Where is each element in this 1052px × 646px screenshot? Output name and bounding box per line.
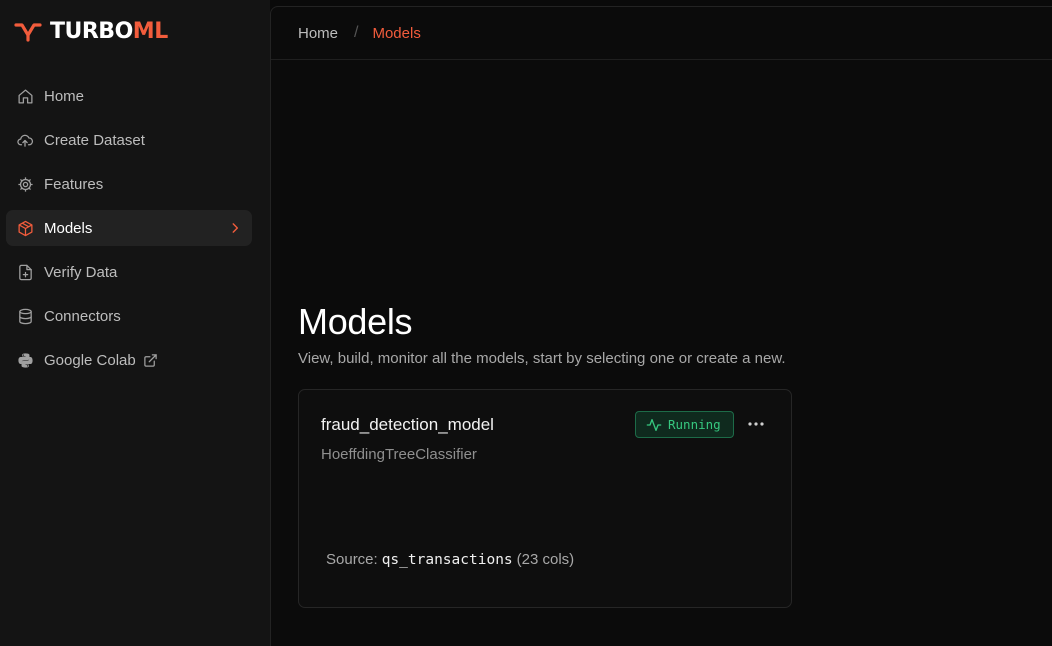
- database-icon: [16, 307, 34, 325]
- python-icon: [16, 351, 34, 369]
- turboml-logo-icon: [14, 23, 42, 42]
- cloud-upload-icon: [16, 131, 34, 149]
- turboml-logo[interactable]: TURBOML: [14, 16, 168, 46]
- sidebar-item-connectors[interactable]: Connectors: [6, 298, 252, 334]
- sidebar-item-home[interactable]: Home: [6, 78, 252, 114]
- sidebar: TURBOML Home Create Dataset Features Mod…: [0, 0, 270, 646]
- sidebar-item-models[interactable]: Models: [6, 210, 252, 246]
- model-name[interactable]: fraud_detection_model: [321, 415, 494, 435]
- activity-icon: [645, 417, 663, 433]
- source-label: Source:: [326, 551, 378, 568]
- sidebar-nav: Home Create Dataset Features Models Veri…: [6, 78, 252, 386]
- sidebar-item-label: Connectors: [44, 307, 121, 325]
- page-title: Models: [298, 301, 413, 342]
- cube-icon: [16, 219, 34, 237]
- sidebar-item-verify-data[interactable]: Verify Data: [6, 254, 252, 290]
- breadcrumb-separator: /: [354, 24, 359, 41]
- status-badge: Running: [635, 411, 734, 438]
- sidebar-item-google-colab[interactable]: Google Colab: [6, 342, 252, 378]
- chevron-right-icon: [228, 221, 242, 239]
- breadcrumb: Home / Models: [271, 7, 1052, 60]
- source-column-count: (23 cols): [516, 551, 575, 568]
- sidebar-item-create-dataset[interactable]: Create Dataset: [6, 122, 252, 158]
- sidebar-item-label: Create Dataset: [44, 131, 145, 149]
- file-plus-icon: [16, 263, 34, 281]
- gear-icon: [16, 175, 34, 193]
- page-subtitle: View, build, monitor all the models, sta…: [298, 350, 786, 367]
- breadcrumb-home-link[interactable]: Home: [298, 25, 338, 42]
- more-horizontal-icon: [748, 422, 764, 426]
- breadcrumb-current: Models: [372, 24, 421, 42]
- more-options-button[interactable]: [746, 415, 766, 433]
- model-source: Source: qs_transactions (23 cols): [326, 551, 574, 568]
- logo-text: TURBOML: [50, 18, 168, 44]
- sidebar-item-label: Google Colab: [44, 351, 136, 369]
- sidebar-item-label: Home: [44, 87, 85, 105]
- external-link-icon: [143, 353, 158, 368]
- model-card[interactable]: fraud_detection_model HoeffdingTreeClass…: [298, 389, 792, 608]
- home-icon: [16, 87, 34, 105]
- sidebar-item-label: Features: [44, 175, 104, 193]
- model-type: HoeffdingTreeClassifier: [321, 446, 477, 463]
- main-panel: Home / Models Models View, build, monito…: [270, 6, 1052, 646]
- sidebar-item-label: Verify Data: [44, 263, 118, 281]
- source-dataset-name: qs_transactions: [381, 552, 513, 568]
- sidebar-item-label: Models: [44, 219, 93, 237]
- status-label: Running: [668, 417, 721, 432]
- sidebar-item-features[interactable]: Features: [6, 166, 252, 202]
